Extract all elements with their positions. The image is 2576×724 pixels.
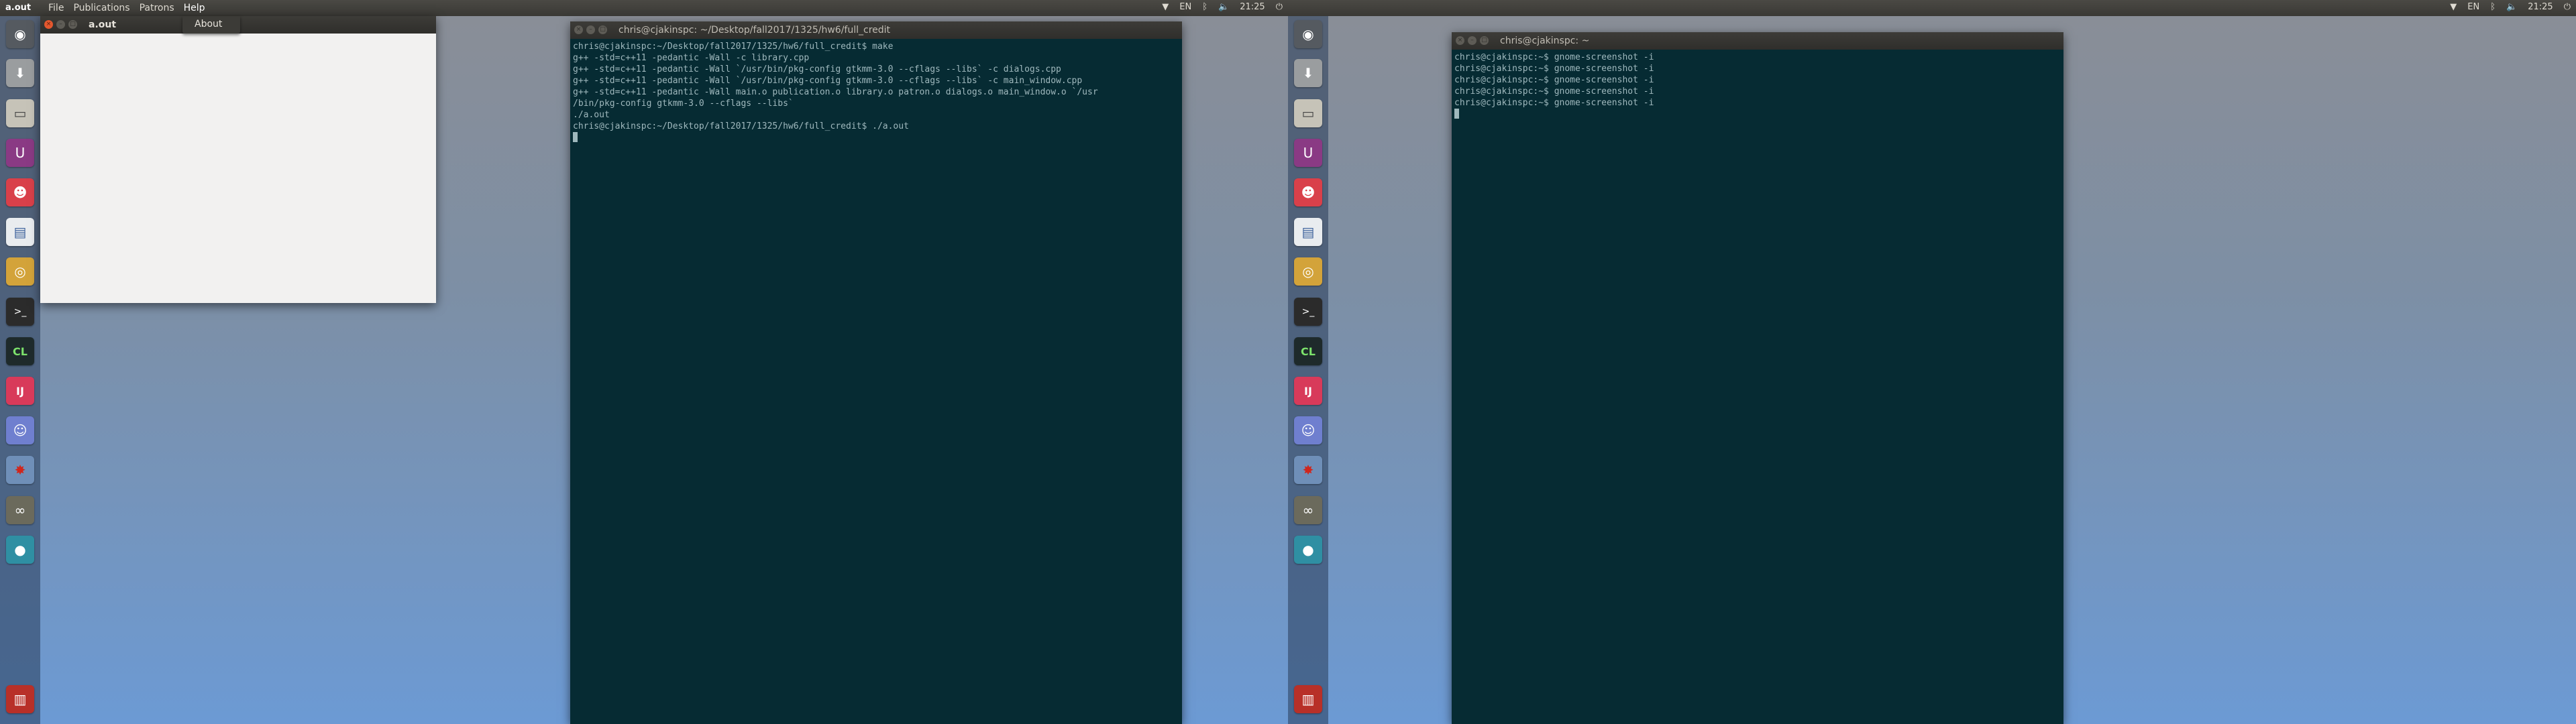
ubuntu-dash-icon[interactable]: ◉	[6, 20, 34, 48]
wifi-icon[interactable]: ▼	[1162, 2, 1169, 12]
power-icon[interactable]: ⏻	[2564, 2, 2571, 12]
terminal-line: g++ -std=c++11 -pedantic -Wall `/usr/bin…	[573, 76, 1083, 86]
trash-icon[interactable]: ▥	[6, 685, 34, 713]
intellij-icon[interactable]: IJ	[1294, 377, 1322, 405]
clion-icon[interactable]: CL	[6, 337, 34, 365]
ubuntu-dash-icon[interactable]: ◉	[1294, 20, 1322, 48]
terminal-icon[interactable]: >_	[6, 298, 34, 326]
clock[interactable]: 21:25	[1240, 2, 1265, 12]
discord-icon[interactable]: ☺	[6, 416, 34, 444]
terminal-line: ./a.out	[573, 110, 610, 120]
minimize-icon[interactable]: –	[56, 20, 65, 29]
terminal-line: chris@cjakinspc:~/Desktop/fall2017/1325/…	[573, 121, 909, 131]
chrome-icon[interactable]: ◎	[6, 257, 34, 286]
gimp-icon[interactable]: ∞	[6, 496, 34, 524]
files-download-icon[interactable]: ⬇	[6, 59, 34, 87]
red-figure-icon[interactable]: ✸	[1294, 456, 1322, 484]
keyboard-layout[interactable]: EN	[2467, 2, 2479, 12]
terminal-1-output[interactable]: chris@cjakinspc:~/Desktop/fall2017/1325/…	[570, 39, 1182, 724]
terminal-2-titlebar[interactable]: × – □ chris@cjakinspc: ~	[1452, 32, 2063, 50]
terminal-line: /bin/pkg-config gtkmm-3.0 --cflags --lib…	[573, 99, 794, 109]
aout-content	[40, 34, 436, 303]
terminal-line: chris@cjakinspc:~$ gnome-screenshot -i	[1454, 52, 1654, 62]
unity-tweak-icon[interactable]: U	[1294, 139, 1322, 167]
terminal-line: chris@cjakinspc:~/Desktop/fall2017/1325/…	[573, 42, 894, 52]
terminal-window-1: × – □ chris@cjakinspc: ~/Desktop/fall201…	[570, 21, 1182, 724]
trash-icon[interactable]: ▥	[1294, 685, 1322, 713]
system-tray: ▼ EN ᛒ 🔈 21:25 ⏻	[2450, 2, 2571, 12]
red-game-icon[interactable]: ☻	[1294, 178, 1322, 206]
app-menubar: File Publications Patrons Help	[48, 3, 205, 13]
red-figure-icon[interactable]: ✸	[6, 456, 34, 484]
volume-icon[interactable]: 🔈	[2506, 2, 2517, 12]
terminal-line: g++ -std=c++11 -pedantic -Wall -c librar…	[573, 53, 810, 63]
terminal-line: chris@cjakinspc:~$ gnome-screenshot -i	[1454, 86, 1654, 97]
record-icon[interactable]: ●	[6, 536, 34, 564]
menu-publications[interactable]: Publications	[73, 3, 129, 13]
gimp-icon[interactable]: ∞	[1294, 496, 1322, 524]
intellij-icon[interactable]: IJ	[6, 377, 34, 405]
window-controls: × – □	[1456, 36, 1489, 45]
terminal-window-2: × – □ chris@cjakinspc: ~ chris@cjakinspc…	[1452, 32, 2063, 724]
window-controls: × – □	[574, 25, 607, 34]
menu-file[interactable]: File	[48, 3, 64, 13]
monitor-left: a.out File Publications Patrons Help ▼ E…	[0, 0, 1288, 724]
chrome-icon[interactable]: ◎	[1294, 257, 1322, 286]
terminal-line: g++ -std=c++11 -pedantic -Wall main.o pu…	[573, 87, 1098, 97]
discord-icon[interactable]: ☺	[1294, 416, 1322, 444]
file-manager-icon[interactable]: ▭	[6, 99, 34, 127]
terminal-2-output[interactable]: chris@cjakinspc:~$ gnome-screenshot -i ch…	[1452, 50, 2063, 724]
clion-icon[interactable]: CL	[1294, 337, 1322, 365]
red-game-icon[interactable]: ☻	[6, 178, 34, 206]
unity-tweak-icon[interactable]: U	[6, 139, 34, 167]
text-editor-icon[interactable]: ▤	[1294, 218, 1322, 246]
files-download-icon[interactable]: ⬇	[1294, 59, 1322, 87]
help-dropdown-menu: About	[182, 16, 240, 34]
maximize-icon[interactable]: □	[68, 20, 77, 29]
monitor-right: ▼ EN ᛒ 🔈 21:25 ⏻ ◉ ⬇ ▭ U ☻ ▤ ◎ >_ CL IJ …	[1288, 0, 2576, 724]
menu-patrons[interactable]: Patrons	[140, 3, 174, 13]
terminal-line: chris@cjakinspc:~$ gnome-screenshot -i	[1454, 75, 1654, 85]
close-icon[interactable]: ×	[1456, 36, 1464, 45]
volume-icon[interactable]: 🔈	[1218, 2, 1229, 12]
window-title: chris@cjakinspc: ~	[1500, 36, 1590, 46]
clock[interactable]: 21:25	[2528, 2, 2553, 12]
system-tray: ▼ EN ᛒ 🔈 21:25 ⏻	[1162, 2, 1283, 12]
file-manager-icon[interactable]: ▭	[1294, 99, 1322, 127]
terminal-line: chris@cjakinspc:~$ gnome-screenshot -i	[1454, 64, 1654, 74]
window-title: chris@cjakinspc: ~/Desktop/fall2017/1325…	[619, 25, 891, 36]
wifi-icon[interactable]: ▼	[2450, 2, 2457, 12]
record-icon[interactable]: ●	[1294, 536, 1322, 564]
close-icon[interactable]: ×	[574, 25, 583, 34]
aout-window: × – □ a.out	[40, 16, 436, 303]
top-panel: a.out File Publications Patrons Help ▼ E…	[0, 0, 1288, 16]
top-panel: ▼ EN ᛒ 🔈 21:25 ⏻	[1288, 0, 2576, 16]
terminal-cursor	[573, 132, 578, 142]
terminal-1-titlebar[interactable]: × – □ chris@cjakinspc: ~/Desktop/fall201…	[570, 21, 1182, 39]
text-editor-icon[interactable]: ▤	[6, 218, 34, 246]
terminal-icon[interactable]: >_	[1294, 298, 1322, 326]
terminal-cursor	[1454, 109, 1459, 119]
minimize-icon[interactable]: –	[1468, 36, 1477, 45]
launcher: ◉ ⬇ ▭ U ☻ ▤ ◎ >_ CL IJ ☺ ✸ ∞ ● ▥	[0, 16, 40, 724]
close-icon[interactable]: ×	[44, 20, 53, 29]
menu-item-about[interactable]: About	[195, 19, 222, 29]
active-app-name: a.out	[5, 3, 32, 13]
window-controls: × – □	[44, 20, 77, 29]
bluetooth-icon[interactable]: ᛒ	[1202, 2, 1208, 12]
maximize-icon[interactable]: □	[1480, 36, 1489, 45]
launcher: ◉ ⬇ ▭ U ☻ ▤ ◎ >_ CL IJ ☺ ✸ ∞ ● ▥	[1288, 16, 1328, 724]
keyboard-layout[interactable]: EN	[1179, 2, 1191, 12]
terminal-line: g++ -std=c++11 -pedantic -Wall `/usr/bin…	[573, 64, 1061, 74]
power-icon[interactable]: ⏻	[1276, 2, 1283, 12]
maximize-icon[interactable]: □	[598, 25, 607, 34]
terminal-line: chris@cjakinspc:~$ gnome-screenshot -i	[1454, 98, 1654, 108]
minimize-icon[interactable]: –	[586, 25, 595, 34]
window-title: a.out	[89, 19, 117, 30]
bluetooth-icon[interactable]: ᛒ	[2490, 2, 2496, 12]
menu-help[interactable]: Help	[184, 3, 205, 13]
